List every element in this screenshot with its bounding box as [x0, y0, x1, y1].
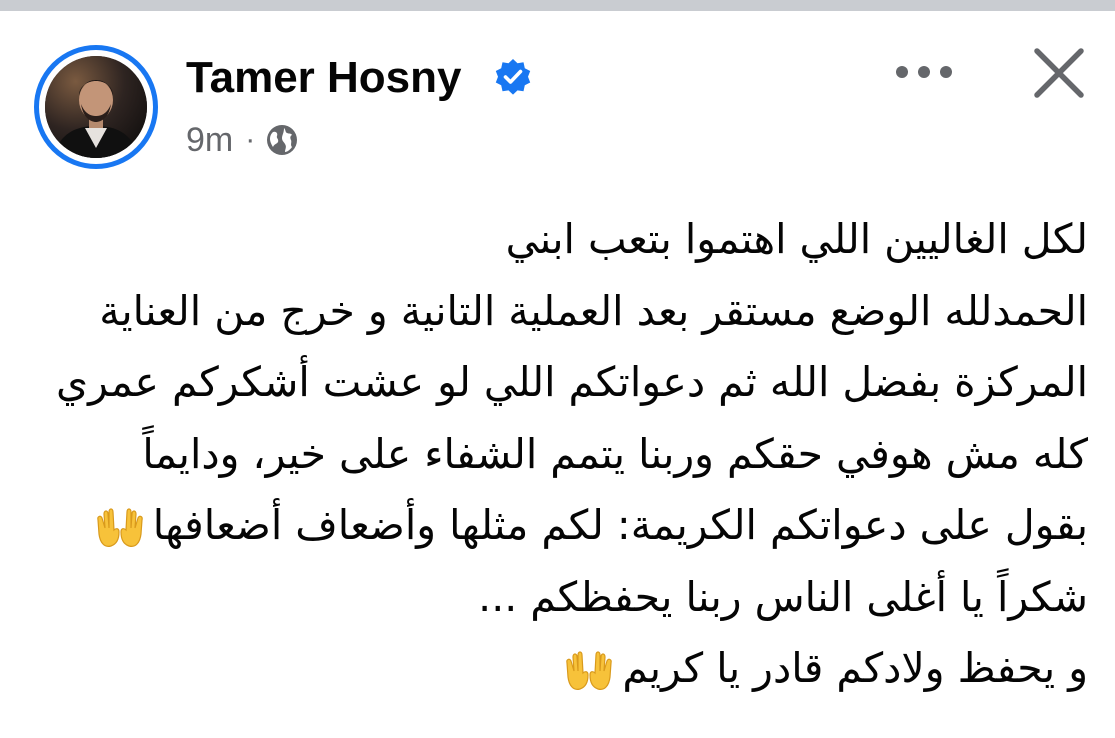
post-line-4: كله مش هوفي حقكم وربنا يتمم الشفاء على خ…	[142, 429, 1088, 478]
palms-up-together-icon	[566, 651, 613, 690]
top-divider	[0, 0, 1115, 11]
close-button[interactable]	[1026, 40, 1092, 106]
post-line-7: و يحفظ ولادكم قادر يا كريم	[622, 644, 1088, 692]
more-options-button[interactable]	[886, 50, 962, 94]
verified-badge-icon	[495, 59, 531, 95]
post-line-3: المركزة بفضل الله ثم دعواتكم اللي لو عشت…	[56, 358, 1088, 406]
more-options-icon	[896, 66, 952, 78]
avatar[interactable]	[45, 56, 147, 158]
post-meta: 9m ·	[186, 118, 299, 162]
profile-photo	[45, 56, 147, 158]
close-icon	[1034, 48, 1084, 98]
post-line-1: لكل الغاليين اللي اهتموا بتعب ابني	[505, 215, 1088, 263]
post-line-6: شكراً يا أغلى الناس ربنا يحفظكم ...	[478, 572, 1088, 621]
post-line-5-container: بقول على دعواتكم الكريمة: لكم مثلها وأضع…	[30, 490, 1088, 562]
palms-up-together-icon	[97, 508, 143, 547]
post-line-7-container: و يحفظ ولادكم قادر يا كريم	[30, 633, 1088, 705]
meta-separator: ·	[245, 123, 256, 156]
facebook-post-view: Tamer Hosny 9m · لكل الغاليين اللي اهتمو…	[0, 0, 1115, 738]
post-line-2: الحمدلله الوضع مستقر بعد العملية التانية…	[99, 286, 1088, 335]
author-name[interactable]: Tamer Hosny	[186, 52, 462, 104]
post-body: لكل الغاليين اللي اهتموا بتعب ابني الحمد…	[30, 204, 1088, 705]
post-timestamp[interactable]: 9m	[186, 121, 233, 160]
globe-icon[interactable]	[265, 123, 299, 157]
post-line-5: بقول على دعواتكم الكريمة: لكم مثلها وأضع…	[152, 501, 1088, 549]
